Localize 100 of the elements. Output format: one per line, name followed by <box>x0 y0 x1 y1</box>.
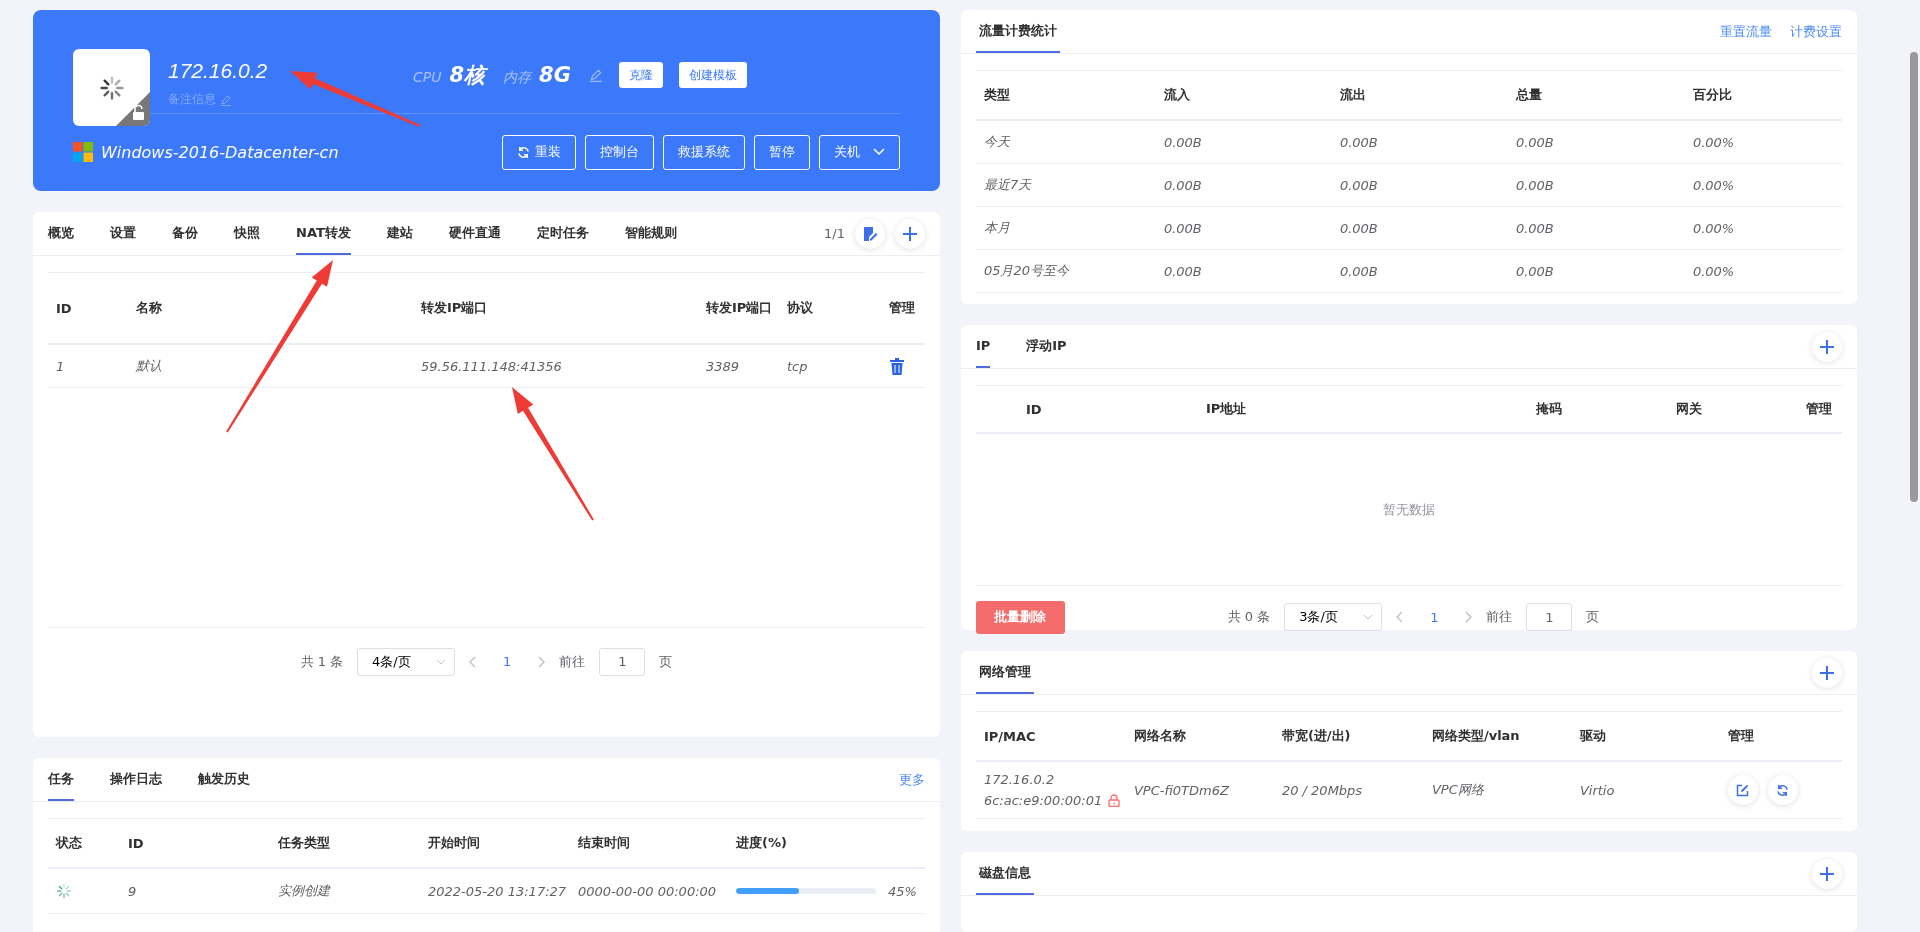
column-header: 网关 <box>1675 400 1703 418</box>
page-number[interactable]: 1 <box>491 654 524 669</box>
table-cell-text: 0.00B <box>1515 177 1555 193</box>
table-cell-text: 172.16.0.2 <box>983 772 1056 787</box>
tab[interactable]: 备份 <box>172 212 198 255</box>
table-cell-text: 20 / 20Mbps <box>1281 782 1364 798</box>
action-button[interactable]: 控制台 <box>584 134 654 170</box>
table-cell-text: 0.00B <box>1339 177 1379 193</box>
add-button[interactable] <box>1812 858 1843 889</box>
column-header: 状态 <box>56 834 83 852</box>
refresh-icon <box>516 145 530 159</box>
header-link[interactable]: 重置流量 <box>1720 22 1773 41</box>
card-title: 网络管理 <box>975 651 1034 694</box>
action-button[interactable]: 关机 <box>818 134 900 170</box>
add-button[interactable] <box>1812 331 1843 362</box>
column-header: 协议 <box>787 299 814 317</box>
column-header: 开始时间 <box>428 834 481 852</box>
table-cell-text: tcp <box>787 358 809 374</box>
column-header: ID <box>1025 401 1043 417</box>
total-count: 共 1 条 <box>300 652 344 671</box>
column-header: ID <box>56 300 73 316</box>
action-button[interactable]: 暂停 <box>753 134 810 170</box>
column-header: 管理 <box>1727 727 1755 745</box>
page-number[interactable]: 1 <box>1418 609 1451 625</box>
os-name: Windows-2016-Datacenter-cn <box>101 142 340 162</box>
column-header: 百分比 <box>1692 86 1733 104</box>
column-header: 转发IP端口 <box>421 299 489 317</box>
table-cell-text: 59.56.111.148:41356 <box>421 358 563 374</box>
goto-label: 前往 <box>1486 608 1513 626</box>
chevron-left-icon <box>469 655 478 668</box>
progress-reading: 45% <box>888 883 917 899</box>
table-cell-text: 2022-05-20 13:17:27 <box>428 883 568 899</box>
more-link[interactable]: 更多 <box>898 758 925 801</box>
column-header: 名称 <box>136 299 163 317</box>
spinner-icon <box>98 74 125 101</box>
refresh-button[interactable] <box>1767 775 1798 805</box>
delete-icon[interactable] <box>889 357 905 375</box>
total-count: 共 0 条 <box>1227 608 1271 626</box>
tab[interactable]: 概览 <box>48 212 74 255</box>
column-header: 驱动 <box>1579 727 1607 745</box>
column-header: IP/MAC <box>983 728 1037 744</box>
table-cell-text: 0.00% <box>1692 134 1736 150</box>
tab[interactable]: IP <box>975 325 991 368</box>
column-header: 管理 <box>1805 400 1833 418</box>
table-cell-text: 0.00B <box>1515 263 1555 279</box>
column-header: 网络名称 <box>1133 727 1187 745</box>
add-button[interactable] <box>1812 657 1843 688</box>
tab[interactable]: NAT转发 <box>296 212 351 255</box>
column-header: IP地址 <box>1205 400 1248 418</box>
action-button[interactable]: 重装 <box>501 134 576 170</box>
memory-label: 内存 <box>503 69 532 87</box>
table-cell-text: 0.00% <box>1692 220 1736 236</box>
table-cell-text: VPC网络 <box>1431 781 1485 799</box>
table-cell-text: 默认 <box>136 357 163 375</box>
column-header: 管理 <box>889 299 916 317</box>
action-button[interactable]: 救援系统 <box>662 134 745 170</box>
instance-ip: 172.16.0.2 <box>168 59 268 83</box>
chevron-right-icon <box>537 655 546 668</box>
tab[interactable]: 定时任务 <box>536 212 589 255</box>
header-link[interactable]: 计费设置 <box>1790 22 1843 41</box>
tab[interactable]: 快照 <box>234 212 260 255</box>
goto-label: 前往 <box>559 652 586 671</box>
chevron-right-icon <box>1464 611 1473 623</box>
table-cell-text: 0.00B <box>1163 220 1203 236</box>
tab[interactable]: 建站 <box>386 212 413 255</box>
tab[interactable]: 设置 <box>110 212 136 255</box>
chevron-down-icon <box>436 658 447 665</box>
add-button[interactable] <box>894 218 925 249</box>
tab[interactable]: 硬件直通 <box>448 212 501 255</box>
page-size-select[interactable]: 4条/页 <box>357 647 456 676</box>
table-cell-text: 0.00B <box>1339 134 1379 150</box>
table-cell-text: 0.00B <box>1163 263 1203 279</box>
table-cell-text: 0.00B <box>1515 220 1555 236</box>
chevron-down-icon <box>1363 614 1374 620</box>
column-header: 结束时间 <box>578 834 631 852</box>
table-cell-text: 0.00B <box>1339 263 1379 279</box>
tab[interactable]: 智能规则 <box>624 212 677 255</box>
goto-page-field[interactable]: 1 <box>1526 603 1573 631</box>
table-cell-text: 0.00B <box>1339 220 1379 236</box>
windows-logo-icon <box>73 142 93 162</box>
column-header: 带宽(进/出) <box>1281 727 1352 745</box>
table-cell: 6c:ac:e9:00:00:01 <box>983 793 1103 808</box>
page-size-select[interactable]: 3条/页 <box>1284 603 1383 631</box>
tab[interactable]: 任务 <box>48 758 74 801</box>
tab[interactable]: 操作日志 <box>110 758 162 801</box>
table-cell-text: 实例创建 <box>278 882 332 900</box>
tab[interactable]: 浮动IP <box>1026 325 1067 368</box>
header-button[interactable]: 克隆 <box>618 62 663 88</box>
edit-note-icon <box>861 225 878 242</box>
page-suffix: 页 <box>659 652 673 671</box>
edit-button[interactable] <box>854 218 885 249</box>
refresh-icon <box>1776 783 1790 797</box>
column-header: 转发IP端口 <box>706 299 774 317</box>
header-button[interactable]: 创建模板 <box>678 62 747 88</box>
scrollbar-thumb[interactable] <box>1910 52 1919 502</box>
tab[interactable]: 触发历史 <box>198 758 250 801</box>
edit-button[interactable] <box>1727 775 1758 805</box>
goto-page-field[interactable]: 1 <box>599 647 646 676</box>
plus-icon <box>1819 664 1836 681</box>
plus-icon <box>1819 338 1836 355</box>
